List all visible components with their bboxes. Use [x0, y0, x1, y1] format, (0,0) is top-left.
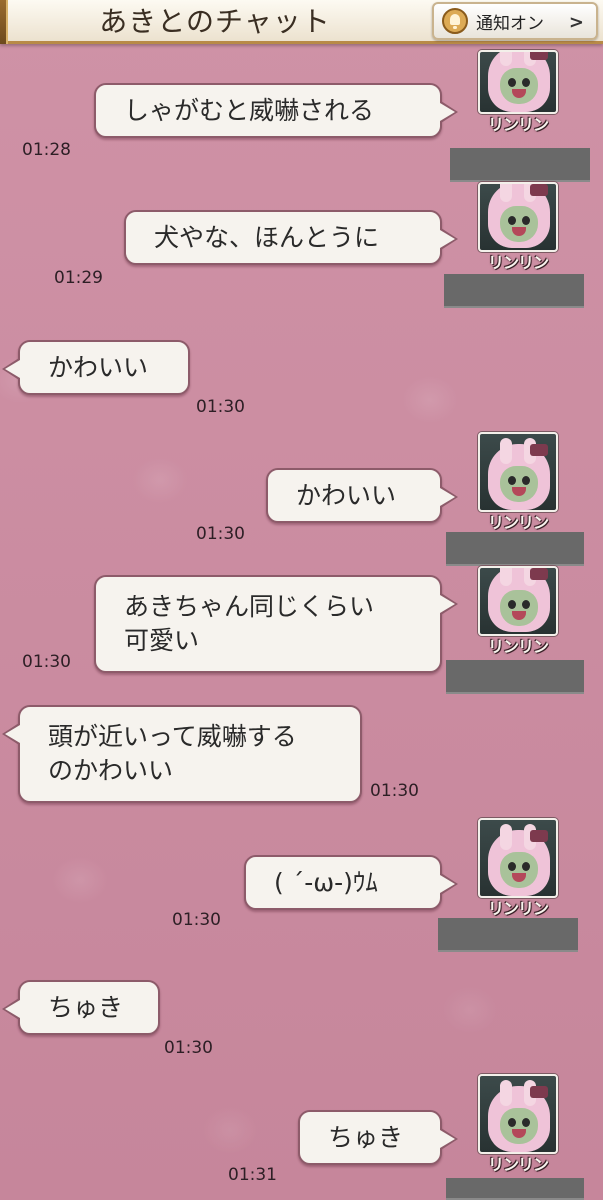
- message-bubble[interactable]: かわいい: [266, 468, 458, 523]
- avatar-image: [478, 50, 558, 114]
- avatar-image: [478, 566, 558, 636]
- message-time: 01:30: [370, 781, 419, 801]
- redacted-block: [438, 918, 578, 952]
- page-title: あきとのチャット: [99, 5, 331, 38]
- redacted-block: [446, 532, 584, 566]
- avatar[interactable]: リンリン: [476, 1074, 560, 1176]
- avatar[interactable]: リンリン: [476, 432, 560, 534]
- message-time: 01:29: [54, 268, 103, 288]
- redacted-block: [450, 148, 590, 182]
- avatar[interactable]: リンリン: [476, 182, 560, 274]
- message-time: 01:31: [228, 1165, 277, 1185]
- message-time: 01:30: [22, 652, 71, 672]
- message-time: 01:30: [172, 910, 221, 930]
- avatar[interactable]: リンリン: [476, 50, 560, 136]
- redacted-block: [444, 274, 584, 308]
- message-text: 犬やな、ほんとうに: [154, 223, 380, 252]
- message-text: しゃがむと威嚇される: [124, 96, 375, 125]
- notification-toggle-button[interactable]: 通知オン >: [432, 2, 598, 40]
- sender-name: リンリン: [487, 899, 549, 918]
- sender-name: リンリン: [487, 253, 549, 272]
- message-bubble[interactable]: 頭が近いって威嚇する のかわいい: [2, 705, 362, 803]
- message-bubble[interactable]: あきちゃん同じくらい 可愛い: [94, 575, 458, 673]
- avatar[interactable]: リンリン: [476, 818, 560, 920]
- chevron-right-icon: >: [568, 12, 584, 33]
- message-text: かわいい: [48, 353, 149, 382]
- notification-label: 通知オン: [476, 13, 544, 34]
- message-time: 01:30: [196, 397, 245, 417]
- message-bubble[interactable]: 犬やな、ほんとうに: [124, 210, 458, 265]
- message-bubble[interactable]: ちゅき: [2, 980, 160, 1035]
- avatar-image: [478, 432, 558, 512]
- message-text: あきちゃん同じくらい 可愛い: [124, 592, 375, 655]
- sender-name: リンリン: [487, 115, 549, 134]
- message-text: ちゅき: [328, 1123, 404, 1152]
- message-text: ちゅき: [48, 993, 124, 1022]
- bell-icon: [442, 8, 468, 34]
- avatar-image: [478, 182, 558, 252]
- sender-name: リンリン: [487, 637, 549, 656]
- redacted-block: [446, 1178, 584, 1200]
- message-bubble[interactable]: ちゅき: [298, 1110, 458, 1165]
- chat-header: あきとのチャット 通知オン >: [0, 0, 603, 44]
- redacted-block: [446, 660, 584, 694]
- message-bubble[interactable]: ( ´-ω-)ｳﾑ: [244, 855, 458, 910]
- sender-name: リンリン: [487, 513, 549, 532]
- message-text: かわいい: [296, 481, 397, 510]
- avatar-image: [478, 1074, 558, 1154]
- message-bubble[interactable]: しゃがむと威嚇される: [94, 83, 458, 138]
- message-time: 01:28: [22, 140, 71, 160]
- message-time: 01:30: [164, 1038, 213, 1058]
- avatar-image: [478, 818, 558, 898]
- message-text: 頭が近いって威嚇する のかわいい: [48, 722, 297, 785]
- avatar[interactable]: リンリン: [476, 566, 560, 658]
- message-time: 01:30: [196, 524, 245, 544]
- message-bubble[interactable]: かわいい: [2, 340, 190, 395]
- sender-name: リンリン: [487, 1155, 549, 1174]
- message-text: ( ´-ω-)ｳﾑ: [274, 868, 378, 897]
